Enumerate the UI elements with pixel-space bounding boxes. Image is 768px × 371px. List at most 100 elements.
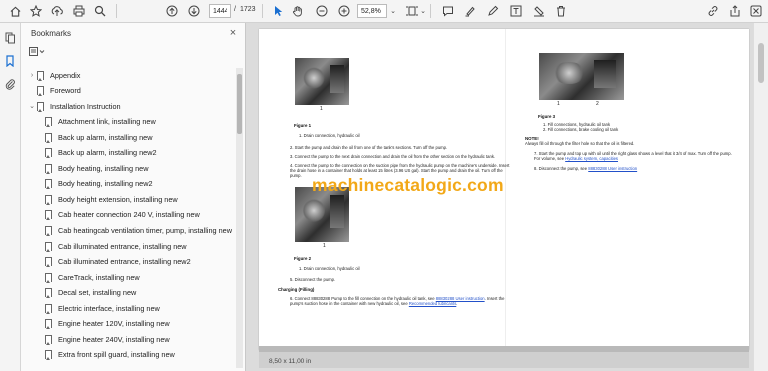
share-icon[interactable] [727,3,743,19]
scrollbar-thumb[interactable] [237,74,242,134]
bookmark-options-button[interactable] [29,47,45,58]
bookmark-item[interactable]: Back up alarm, installing new2 [45,146,157,160]
chevron-right-icon[interactable]: › [27,72,37,79]
home-icon[interactable] [7,3,23,19]
navigation-rail [0,23,21,371]
step-6-line-2: pump's suction hose in the container wit… [290,301,458,306]
bookmark-label: CareTrack, installing new [58,272,140,282]
chevron-down-icon[interactable]: ⌄ [388,3,398,19]
close-icon[interactable] [749,3,763,19]
bookmark-label: Body height extension, installing new [58,194,178,204]
figure-1-callout: 1 [320,106,323,112]
comment-icon[interactable] [440,3,456,19]
bookmark-label: Engine heater 240V, installing new [58,334,170,344]
link-icon[interactable] [705,3,721,19]
zoom-out-icon[interactable] [314,3,330,19]
delete-icon[interactable] [553,3,569,19]
close-icon[interactable]: × [227,26,239,40]
document-viewer[interactable]: 1 Figure 1 1. Drain connection, hydrauli… [246,23,753,371]
bookmark-item[interactable]: Body heating, installing new2 [45,177,153,191]
bookmark-item[interactable]: Engine heater 240V, installing new [45,332,170,346]
bookmark-item[interactable]: Foreword [27,84,81,98]
bookmark-item[interactable]: Cab illuminated entrance, installing new [45,239,187,253]
bookmark-label: Decal set, installing new [58,288,137,298]
bookmark-item[interactable]: Decal set, installing new [45,286,136,300]
hydraulic-capacities-link[interactable]: Hydraulic system, capacities [565,156,618,161]
bookmark-item[interactable]: CareTrack, installing new [45,270,140,284]
bookmark-item[interactable]: Back up alarm, installing new [45,130,153,144]
zoom-level-input[interactable] [357,4,387,18]
list-options-icon [29,47,45,56]
bookmark-item[interactable]: › Appendix [27,68,80,82]
figure-3-label: Figure 3 [538,114,556,119]
bookmark-item[interactable]: Body heating, installing new [45,161,148,175]
bookmarks-panel: Bookmarks × › Appendix Foreword ⌄ Installati… [21,23,246,371]
recommended-lubricants-link[interactable]: Recommended lubricants [409,301,456,306]
zoom-in-icon[interactable] [336,3,352,19]
bookmark-label: Cab illuminated entrance, installing new [58,241,187,251]
bookmark-icon [45,226,52,236]
watermark-text: machinecatalogic.com [312,175,504,195]
chevron-down-icon[interactable]: ⌄ [27,102,37,110]
step-7-line-2: For volume, see Hydraulic system, capaci… [534,156,619,161]
bookmark-icon [37,70,44,81]
step-4-line-3: pump. [290,173,302,178]
bookmark-icon[interactable] [3,54,17,68]
bookmark-label: Cab heatingcab ventilation timer, pump, … [58,226,233,235]
figure-3-callout-1: 1 [557,101,560,107]
figure-3-image [539,53,624,100]
text-icon[interactable] [508,3,524,19]
bookmark-icon [45,148,52,159]
bookmark-item[interactable]: ⌄ Installation Instruction [27,99,121,113]
draw-icon[interactable] [485,3,501,19]
bookmark-item[interactable]: Extra front spill guard, installing new [45,348,175,362]
bookmark-label: Engine heater 120V, installing new [58,319,170,329]
scrollbar-thumb[interactable] [758,43,764,83]
bookmark-icon [45,194,52,205]
highlighter-icon[interactable] [462,3,478,19]
bookmark-item[interactable]: Cab illuminated entrance, installing new… [45,255,191,269]
bookmark-item[interactable]: Body height extension, installing new [45,192,178,206]
print-icon[interactable] [71,3,87,19]
bookmark-label: Body heating, installing new [58,163,149,173]
bookmark-icon [37,86,44,97]
document-scrollbar[interactable] [753,23,768,371]
upload-icon[interactable] [49,3,65,19]
bookmark-item[interactable]: Cab heater connection 240 V, installing … [45,208,200,222]
page-separator: / [234,6,236,13]
step-5: 5. Disconnect the pump. [290,277,336,282]
bookmark-label: Attachment link, installing new [58,117,156,127]
bookmark-label: Cab illuminated entrance, installing new… [58,257,191,267]
bookmark-icon [45,132,52,143]
cursor-icon[interactable] [270,3,286,19]
bookmark-item[interactable]: Cab heatingcab ventilation timer, pump, … [45,224,232,238]
bookmark-item[interactable]: Attachment link, installing new [45,115,156,129]
bookmarks-scrollbar[interactable] [236,68,243,368]
pages-icon[interactable] [3,31,17,45]
figure-1-legend: 1. Drain connection, hydraulic oil [299,133,360,138]
bookmark-item[interactable]: Electric interface, installing new [45,301,160,315]
search-icon[interactable] [92,3,108,19]
bookmark-icon [45,257,52,268]
arrow-up-icon[interactable] [164,3,180,19]
bookmark-icon [45,288,52,299]
fill-sign-icon[interactable] [531,3,547,19]
page-number-input[interactable] [209,4,231,18]
bookmark-item[interactable]: Engine heater 120V, installing new [45,317,170,331]
bookmark-icon [45,334,52,345]
arrow-down-icon[interactable] [186,3,202,19]
attachment-icon[interactable] [3,77,17,91]
bookmark-icon [45,179,52,190]
chevron-down-icon[interactable]: ⌄ [418,3,428,19]
hand-icon[interactable] [290,3,306,19]
figure-2-legend: 1. Drain connection, hydraulic oil [299,266,360,271]
step-8: 8. Disconnect the pump, see 88830288 Use… [534,166,638,171]
bookmark-icon [45,303,52,314]
user-instruction-link[interactable]: 88830288 User instruction [588,166,637,171]
star-icon[interactable] [28,3,44,19]
bookmark-icon [45,163,52,174]
bookmark-label: Appendix [50,70,81,80]
bookmark-icon [45,117,52,128]
main-toolbar: / 1723 ⌄ ⌄ [0,0,768,23]
note-text: Always fill oil through the filter hole … [525,141,635,146]
